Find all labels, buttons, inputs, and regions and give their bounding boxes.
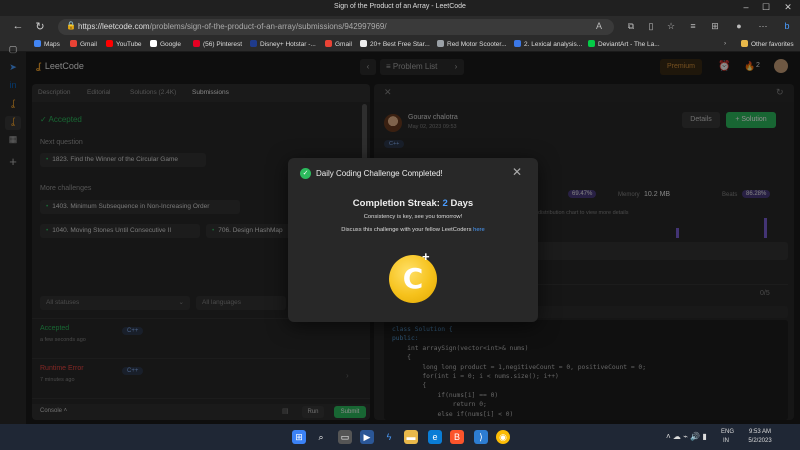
profile-avatar-icon[interactable]: ●: [732, 21, 746, 31]
other-favorites[interactable]: Other favorites: [741, 40, 794, 48]
google-icon: [150, 40, 157, 47]
video-app-icon[interactable]: ▶: [360, 430, 374, 444]
window-title: Sign of the Product of an Array - LeetCo…: [334, 3, 466, 10]
bookmarks-chevron-icon[interactable]: ›: [724, 40, 726, 47]
bookmark-free-star[interactable]: 20+ Best Free Star...: [360, 40, 430, 48]
check-circle-icon: ✓: [300, 168, 311, 179]
bookmark-gmail[interactable]: Gmail: [70, 40, 97, 48]
deviantart-icon: [588, 40, 595, 47]
url-host: https://leetcode.com: [78, 22, 150, 31]
browser-title-bar: Sign of the Product of an Array - LeetCo…: [0, 0, 800, 16]
zap-app-icon[interactable]: ϟ: [382, 430, 396, 444]
completion-streak: Completion Streak: 2 Days: [352, 198, 474, 209]
lock-icon: 🔒: [66, 21, 76, 30]
streak-days-count: 2: [442, 198, 448, 209]
refresh-icon[interactable]: ↻: [32, 20, 48, 33]
gmail-icon: [70, 40, 77, 47]
extensions-icon[interactable]: ⧉: [624, 21, 638, 32]
search-icon[interactable]: ⌕: [314, 430, 328, 444]
discuss-message: Discuss this challenge with your fellow …: [341, 227, 485, 233]
consistency-message: Consistency is key, see you tomorrow!: [363, 214, 463, 220]
more-options-icon[interactable]: ⋯: [756, 21, 770, 32]
system-tray[interactable]: ˄ ☁ ⌁ 🔊 ▮: [666, 432, 707, 441]
maximize-icon[interactable]: ☐: [756, 2, 776, 13]
close-icon[interactable]: ✕: [512, 165, 522, 179]
bookmark-google[interactable]: Google: [150, 40, 181, 48]
favorites-icon[interactable]: ≡: [686, 21, 700, 31]
bookmark-red-motor[interactable]: Red Motor Scooter...: [437, 40, 507, 48]
task-view-icon[interactable]: ▭: [338, 430, 352, 444]
input-language[interactable]: ENG: [721, 429, 734, 435]
edge-icon[interactable]: e: [428, 430, 442, 444]
hotstar-icon: [250, 40, 257, 47]
maps-icon: [34, 40, 41, 47]
windows-taskbar: ⊞ ⌕ ▭ ▶ ϟ ▬ e B ⟩ ◉ ˄ ☁ ⌁ 🔊 ▮ ENG IN 9:5…: [0, 424, 800, 450]
close-window-icon[interactable]: ✕: [778, 2, 798, 13]
scooter-site-icon: [437, 40, 444, 47]
brave-icon[interactable]: B: [450, 430, 464, 444]
star-site-icon: [360, 40, 367, 47]
back-icon[interactable]: ←: [10, 20, 26, 32]
read-aloud-icon[interactable]: A: [592, 21, 606, 31]
modal-title: Daily Coding Challenge Completed!: [316, 169, 443, 178]
bookmark-maps[interactable]: Maps: [34, 40, 60, 48]
url-path: /problems/sign-of-the-product-of-an-arra…: [149, 22, 387, 31]
clock-time[interactable]: 9:53 AM: [745, 429, 775, 435]
bookmark-lexical[interactable]: 2. Lexical analysis...: [514, 40, 582, 48]
bookmark-gmail-2[interactable]: Gmail: [325, 40, 352, 48]
input-region: IN: [723, 438, 729, 444]
bookmark-pinterest[interactable]: (56) Pinterest: [193, 40, 242, 48]
bookmark-youtube[interactable]: YouTube: [106, 40, 142, 48]
browser-toolbar: ← ↻ 🔒 https://leetcode.com/problems/sign…: [0, 16, 800, 38]
clock-date: 5/2/2023: [748, 438, 772, 444]
collections-icon[interactable]: ⊞: [708, 21, 722, 32]
python-icon: [514, 40, 521, 47]
discuss-link[interactable]: here: [473, 227, 485, 233]
bookmark-deviantart[interactable]: DeviantArt - The La...: [588, 40, 660, 48]
address-bar[interactable]: 🔒 https://leetcode.com/problems/sign-of-…: [58, 19, 614, 35]
youtube-icon: [106, 40, 113, 47]
challenge-completed-modal: ✓ Daily Coding Challenge Completed! ✕ Co…: [288, 158, 538, 322]
bookmarks-bar: Maps Gmail YouTube Google (56) Pinterest…: [0, 38, 800, 52]
leetcoin-icon: C +: [389, 249, 437, 303]
pinterest-icon: [193, 40, 200, 47]
bing-icon[interactable]: b: [780, 21, 794, 31]
plus-icon: +: [422, 249, 430, 264]
windows-start-icon[interactable]: ⊞: [292, 430, 306, 444]
split-screen-icon[interactable]: ▯: [644, 21, 658, 32]
folder-icon: [741, 40, 748, 47]
file-explorer-icon[interactable]: ▬: [404, 430, 418, 444]
gmail-icon: [325, 40, 332, 47]
vscode-icon[interactable]: ⟩: [474, 430, 488, 444]
minimize-icon[interactable]: –: [736, 2, 756, 12]
chrome-icon[interactable]: ◉: [496, 430, 510, 444]
bookmark-hotstar[interactable]: Disney+ Hotstar -...: [250, 40, 316, 48]
favorite-star-icon[interactable]: ☆: [664, 21, 678, 32]
